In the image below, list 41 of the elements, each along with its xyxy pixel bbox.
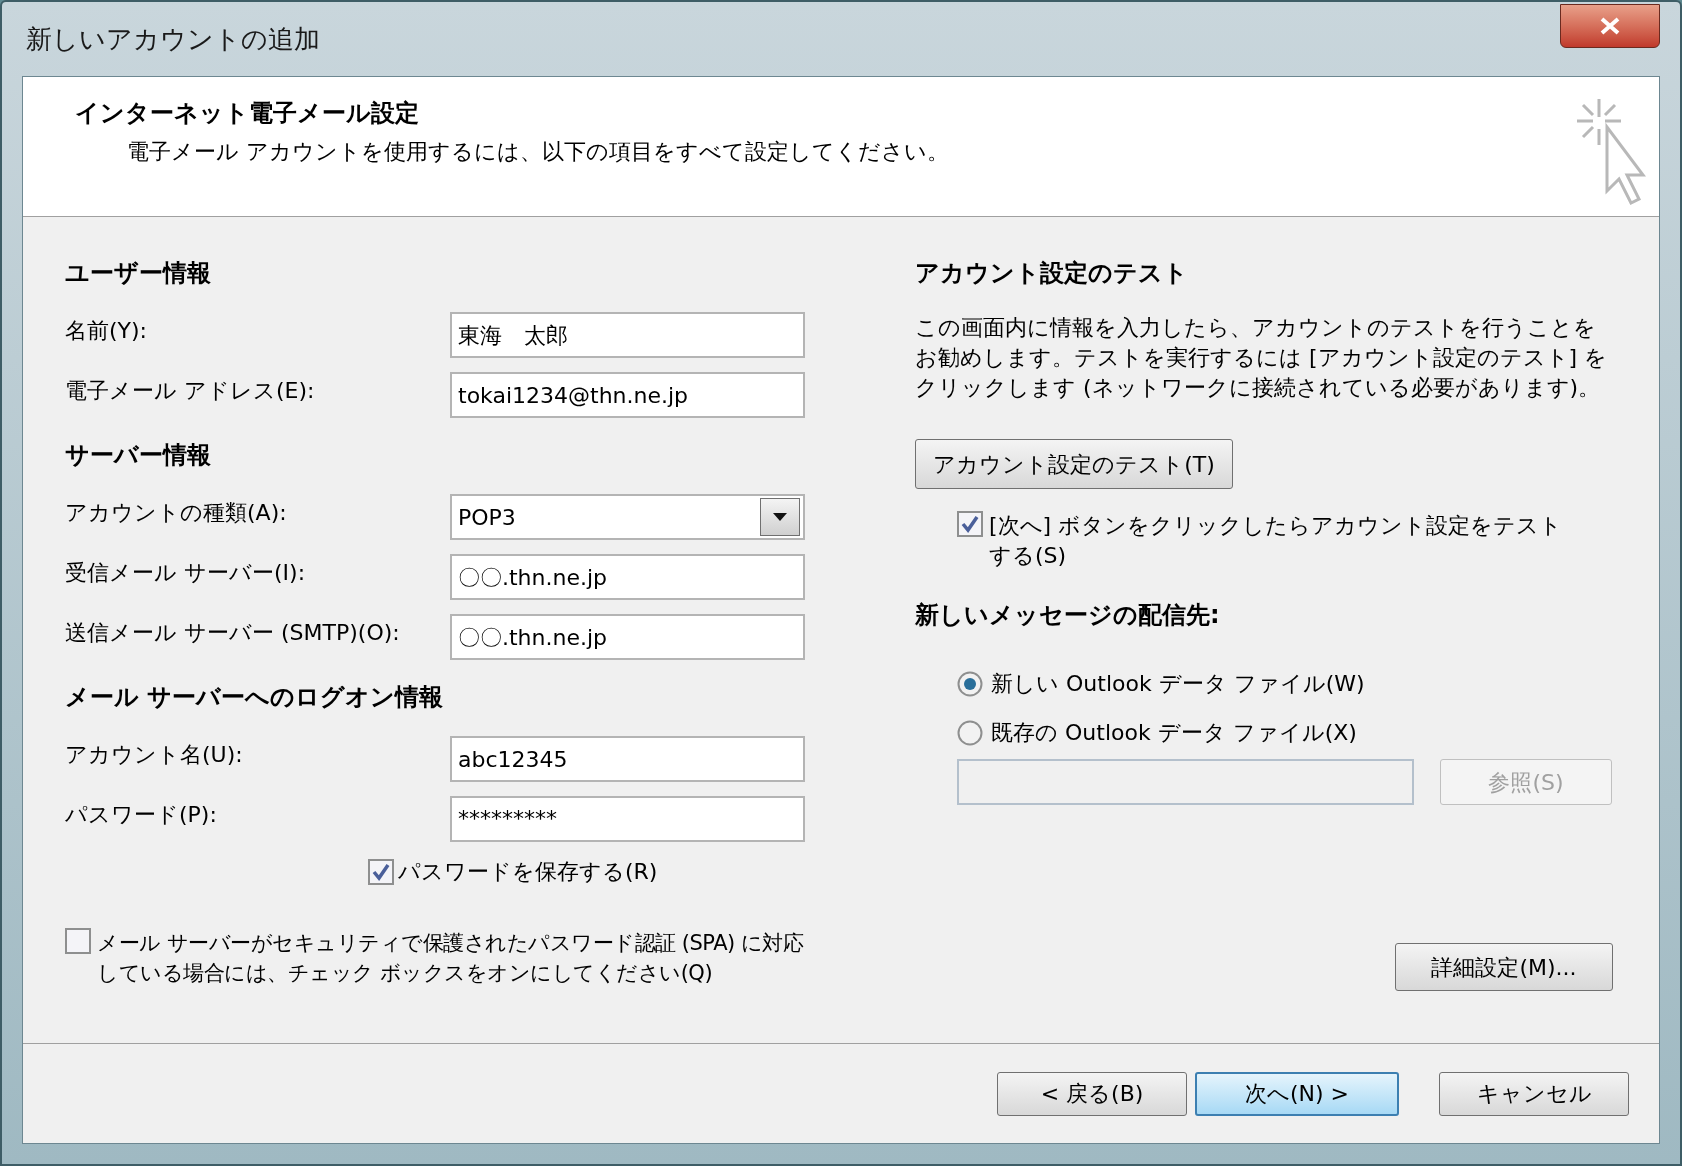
radio-button[interactable] [957, 670, 983, 697]
advanced-settings-button[interactable]: 詳細設定(M)... [1395, 943, 1613, 991]
input-field[interactable]: tokai1234@thn.ne.jp [450, 372, 805, 418]
page-subtitle: 電子メール アカウントを使用するには、以下の項目をすべて設定してください。 [126, 138, 949, 166]
password-field[interactable]: ********* [450, 796, 805, 842]
field-label: アカウント名(U): [65, 740, 244, 769]
field-label: 電子メール アドレス(E): [65, 376, 316, 405]
footer-button[interactable]: キャンセル [1439, 1071, 1629, 1116]
field-label: アカウントの種類(A): [65, 498, 288, 527]
checkbox[interactable] [65, 928, 91, 954]
dropdown-value: POP3 [458, 503, 516, 532]
account-type-dropdown[interactable]: POP3 [450, 494, 805, 540]
input-field[interactable]: 〇〇.thn.ne.jp [450, 614, 805, 660]
page-title: インターネット電子メール設定 [75, 98, 420, 129]
footer-button[interactable]: 次へ(N) > [1195, 1071, 1399, 1116]
checkbox-label: パスワードを保存する(R) [398, 858, 658, 886]
test-account-button[interactable]: アカウント設定のテスト(T) [915, 439, 1233, 489]
section-heading: 新しいメッセージの配信先: [915, 600, 1221, 631]
field-label: 送信メール サーバー (SMTP)(O): [65, 618, 401, 647]
field-label: 名前(Y): [65, 316, 149, 345]
checkbox-label: メール サーバーがセキュリティで保護されたパスワード認証 (SPA) に対応している場合には、チェック ボックスをオンにしてください(Q) [97, 930, 805, 987]
close-icon [1599, 17, 1621, 35]
radio-label: 新しい Outlook データ ファイル(W) [991, 670, 1365, 698]
input-field[interactable]: 東海 太郎 [450, 312, 805, 358]
close-button[interactable] [1560, 4, 1660, 48]
checkbox-label: [次へ] ボタンをクリックしたらアカウント設定をテストする(S) [989, 512, 1564, 570]
section-heading: メール サーバーへのログオン情報 [65, 682, 445, 713]
section-heading: サーバー情報 [65, 440, 212, 471]
window-title: 新しいアカウントの追加 [25, 22, 320, 56]
input-field[interactable]: 〇〇.thn.ne.jp [450, 554, 805, 600]
radio-label: 既存の Outlook データ ファイル(X) [991, 719, 1357, 747]
field-label: 受信メール サーバー(I): [65, 558, 307, 587]
checkbox[interactable] [368, 858, 394, 885]
input-field[interactable]: abc12345 [450, 736, 805, 782]
section-heading: ユーザー情報 [65, 258, 212, 289]
footer-button[interactable]: < 戻る(B) [997, 1071, 1187, 1116]
description-text: この画面内に情報を入力したら、アカウントのテストを行うことをお勧めします。テストを実行するには [アカウント設定のテスト] をクリックします (ネットワークに接続されている必要があります)。 [915, 314, 1609, 402]
radio-button[interactable] [957, 719, 983, 746]
section-heading: アカウント設定のテスト [915, 258, 1189, 289]
checkbox[interactable] [957, 511, 983, 537]
field-label: パスワード(P): [65, 800, 218, 829]
